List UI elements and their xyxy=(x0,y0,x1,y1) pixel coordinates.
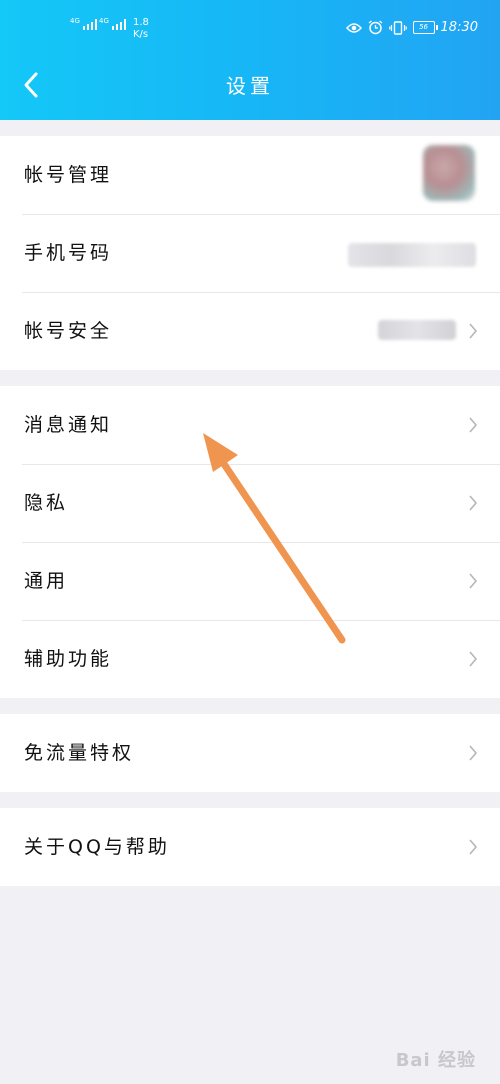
settings-item-privacy[interactable]: 隐私 xyxy=(0,464,500,542)
settings-item-label: 关于QQ与帮助 xyxy=(24,836,170,858)
battery-icon: 56 xyxy=(412,21,438,34)
chevron-right-icon xyxy=(469,495,478,511)
phone-number-value-blurred xyxy=(348,243,476,267)
signal-icon-1: 4G xyxy=(70,17,97,30)
settings-item-notifications[interactable]: 消息通知 xyxy=(0,386,500,464)
chevron-right-icon xyxy=(469,839,478,855)
settings-group-data-free: 免流量特权 xyxy=(0,714,500,792)
clock: 18:30 xyxy=(440,20,478,35)
eye-icon xyxy=(345,22,362,33)
avatar[interactable] xyxy=(423,145,475,201)
settings-item-about-help[interactable]: 关于QQ与帮助 xyxy=(0,808,500,886)
settings-item-label: 手机号码 xyxy=(24,242,113,264)
vibrate-icon xyxy=(388,20,407,35)
security-value-blurred xyxy=(378,320,456,340)
settings-item-label: 消息通知 xyxy=(24,414,113,436)
settings-item-general[interactable]: 通用 xyxy=(0,542,500,620)
settings-item-label: 帐号安全 xyxy=(24,320,113,342)
chevron-right-icon xyxy=(469,573,478,589)
network-speed: 1.8 K/s xyxy=(133,17,149,40)
settings-item-label: 通用 xyxy=(24,570,69,592)
settings-item-data-free-privilege[interactable]: 免流量特权 xyxy=(0,714,500,792)
header-bar: 4G 4G 1.8 K/s 56 18:30 设置 xyxy=(0,0,500,120)
settings-group-about: 关于QQ与帮助 xyxy=(0,808,500,886)
status-bar: 4G 4G 1.8 K/s 56 18:30 xyxy=(0,0,500,50)
network-type-label: 4G xyxy=(99,17,109,25)
settings-item-label: 隐私 xyxy=(24,492,69,514)
chevron-right-icon xyxy=(469,417,478,433)
settings-item-label: 帐号管理 xyxy=(24,164,113,186)
settings-group-general: 消息通知 隐私 通用 辅助功能 xyxy=(0,386,500,698)
watermark-logo: Bai 经验 xyxy=(395,1050,476,1071)
page-title: 设置 xyxy=(226,74,274,98)
chevron-right-icon xyxy=(469,323,478,339)
settings-item-label: 免流量特权 xyxy=(24,742,135,764)
chevron-right-icon xyxy=(469,745,478,761)
alarm-icon xyxy=(368,20,382,35)
signal-icon-2: 4G xyxy=(99,17,126,30)
chevron-right-icon xyxy=(469,651,478,667)
network-type-label: 4G xyxy=(70,17,80,25)
settings-item-label: 辅助功能 xyxy=(24,648,113,670)
settings-item-accessibility[interactable]: 辅助功能 xyxy=(0,620,500,698)
